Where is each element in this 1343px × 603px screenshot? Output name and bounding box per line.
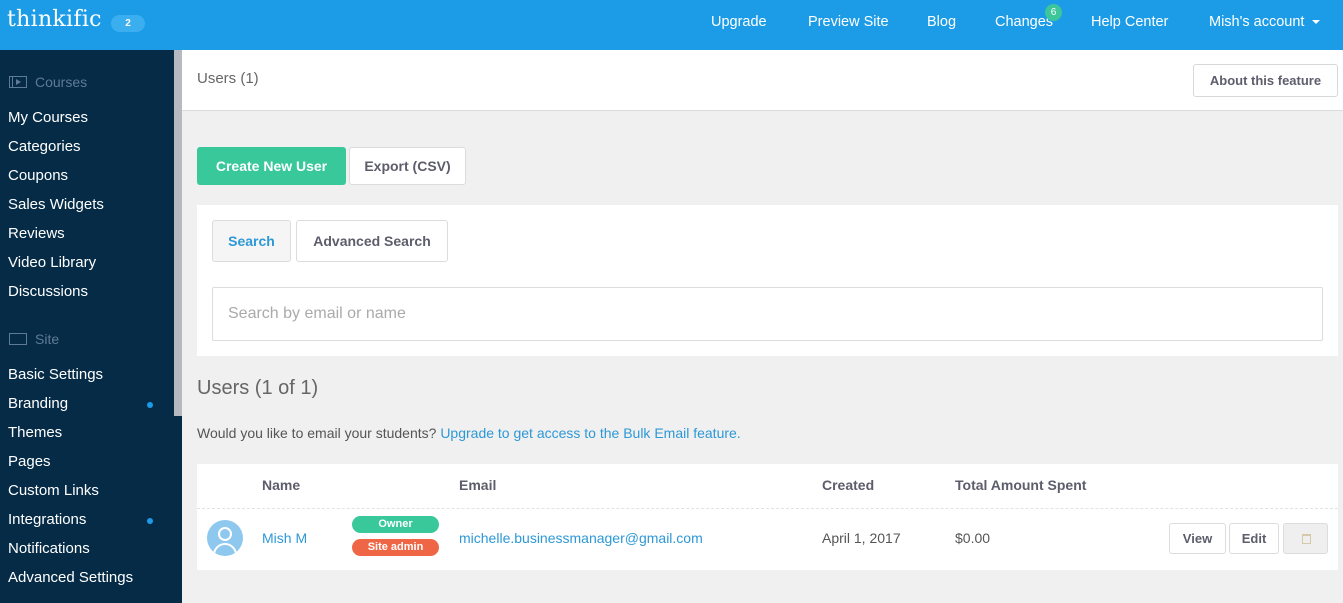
column-header-name: Name <box>262 477 301 493</box>
header-divider <box>197 508 1338 509</box>
create-new-user-button[interactable]: Create New User <box>197 147 346 185</box>
sidebar-item-reviews[interactable]: Reviews <box>8 223 65 245</box>
window-icon <box>9 333 27 345</box>
sidebar-scrollbar[interactable] <box>174 50 182 416</box>
tab-advanced-search[interactable]: Advanced Search <box>296 220 448 262</box>
column-header-created: Created <box>822 477 875 493</box>
about-this-feature-button[interactable]: About this feature <box>1193 64 1338 97</box>
sidebar-item-my-courses[interactable]: My Courses <box>8 107 88 129</box>
user-name-link[interactable]: Mish M <box>262 530 307 546</box>
sidebar-item-video-library[interactable]: Video Library <box>8 252 96 274</box>
section-label: Site <box>35 331 60 347</box>
trash-icon <box>1302 534 1311 544</box>
sidebar-item-coupons[interactable]: Coupons <box>8 165 68 187</box>
nav-changes[interactable]: Changes 6 <box>995 0 1062 50</box>
sidebar: Courses My Courses Categories Coupons Sa… <box>0 50 182 603</box>
thinkific-logo[interactable]: thinkific <box>7 7 102 32</box>
owner-badge: Owner <box>352 516 439 533</box>
users-list-title: Users (1 of 1) <box>197 377 319 399</box>
user-avatar[interactable] <box>207 520 243 556</box>
nav-preview-site[interactable]: Preview Site <box>808 0 889 50</box>
avatar-head <box>218 527 232 541</box>
tab-search[interactable]: Search <box>212 220 291 262</box>
top-navigation-bar: thinkific 2 Upgrade Preview Site Blog Ch… <box>0 0 1343 50</box>
sidebar-item-integrations[interactable]: Integrations <box>8 509 86 531</box>
video-icon <box>9 76 27 88</box>
integrations-indicator-dot <box>147 518 153 524</box>
nav-help-center[interactable]: Help Center <box>1091 0 1168 50</box>
column-header-email: Email <box>459 477 497 493</box>
search-input[interactable] <box>212 287 1323 341</box>
caret-down-icon <box>1312 20 1321 25</box>
sidebar-item-sales-widgets[interactable]: Sales Widgets <box>8 194 104 216</box>
sidebar-item-categories[interactable]: Categories <box>8 136 81 158</box>
upgrade-bulk-email-link[interactable]: Upgrade to get access to the Bulk Email … <box>440 425 740 441</box>
sidebar-item-discussions[interactable]: Discussions <box>8 281 88 303</box>
changes-count-badge: 6 <box>1045 4 1062 21</box>
sidebar-item-themes[interactable]: Themes <box>8 422 62 444</box>
user-email-link[interactable]: michelle.businessmanager@gmail.com <box>459 530 703 546</box>
nav-blog[interactable]: Blog <box>927 0 956 50</box>
sidebar-item-branding[interactable]: Branding <box>8 393 68 415</box>
account-name: Mish's account <box>1209 14 1305 30</box>
search-panel: Search Advanced Search <box>197 205 1338 356</box>
sidebar-item-custom-links[interactable]: Custom Links <box>8 480 99 502</box>
upsell-text: Would you like to email your students? <box>197 425 437 441</box>
account-menu[interactable]: Mish's account <box>1209 0 1321 50</box>
branding-indicator-dot <box>147 402 153 408</box>
section-label: Courses <box>35 74 88 90</box>
delete-user-button[interactable] <box>1283 523 1328 554</box>
page-title: Users (1) <box>197 70 259 87</box>
page-header: Users (1) About this feature <box>182 50 1343 111</box>
view-user-button[interactable]: View <box>1169 523 1226 554</box>
sidebar-item-advanced-settings[interactable]: Advanced Settings <box>8 567 133 589</box>
site-admin-badge: Site admin <box>352 539 439 556</box>
bulk-email-upsell: Would you like to email your students? U… <box>197 425 741 441</box>
sidebar-item-basic-settings[interactable]: Basic Settings <box>8 364 103 386</box>
export-csv-button[interactable]: Export (CSV) <box>349 147 466 185</box>
user-created-date: April 1, 2017 <box>822 530 901 546</box>
user-total-spent: $0.00 <box>955 530 991 546</box>
sidebar-item-notifications[interactable]: Notifications <box>8 538 90 560</box>
sidebar-item-pages[interactable]: Pages <box>8 451 51 473</box>
nav-changes-label: Changes <box>995 14 1054 30</box>
sidebar-section-courses: Courses <box>9 72 87 92</box>
users-table: Name Email Created Total Amount Spent Mi… <box>197 464 1338 570</box>
avatar-body <box>213 543 237 556</box>
sidebar-section-site: Site <box>9 329 59 349</box>
column-header-total-amount-spent: Total Amount Spent <box>955 477 1087 493</box>
nav-upgrade[interactable]: Upgrade <box>711 0 767 50</box>
edit-user-button[interactable]: Edit <box>1229 523 1279 554</box>
notification-count-badge[interactable]: 2 <box>111 15 145 32</box>
